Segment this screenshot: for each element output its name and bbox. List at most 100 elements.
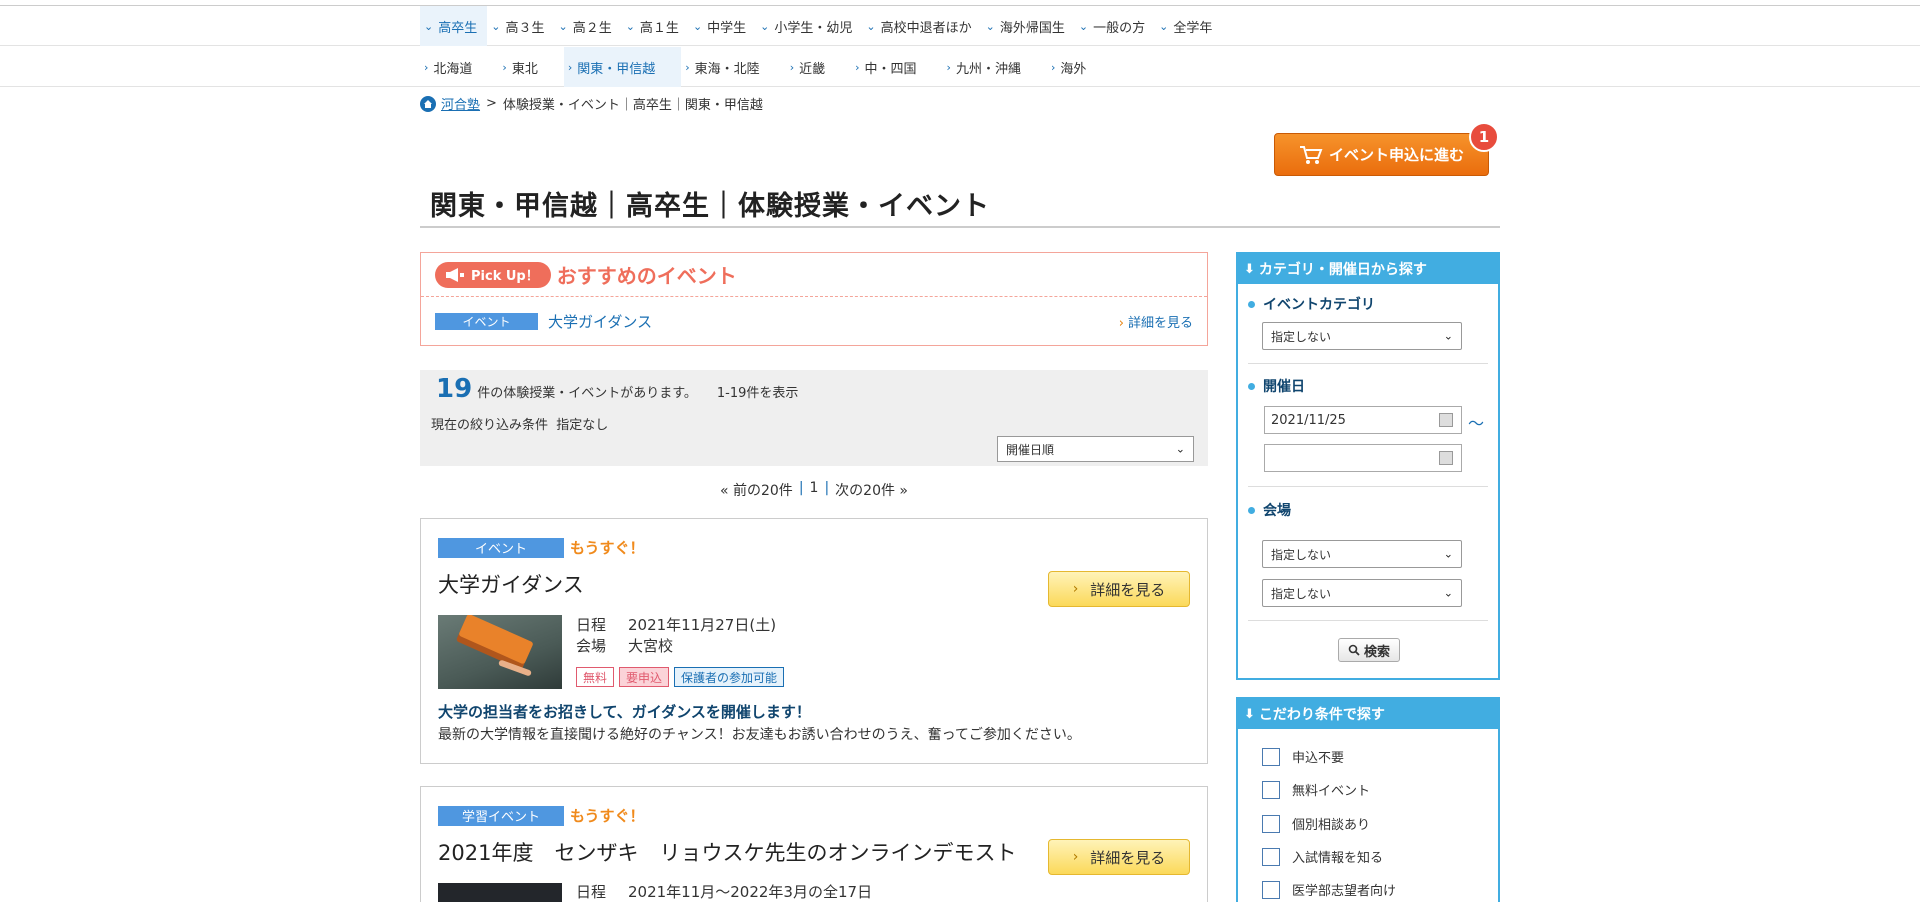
checkbox[interactable]	[1262, 847, 1280, 866]
checkbox[interactable]	[1262, 880, 1280, 899]
chevron-down-icon: ⌄	[1443, 586, 1453, 600]
event-date: 2021年11月27日(土)	[628, 616, 777, 634]
sidebar-filter-heading: こだわり条件で探す	[1258, 707, 1385, 723]
chevron-right-icon: ›	[685, 60, 690, 74]
event-detail-button[interactable]: 詳細を見る	[1048, 839, 1190, 875]
soon-label: もうすぐ！	[570, 539, 645, 557]
event-title[interactable]: 大学ガイダンス	[438, 569, 584, 599]
checkbox[interactable]	[1262, 814, 1280, 833]
event-detail-button[interactable]: 詳細を見る	[1048, 571, 1190, 607]
event-description: 最新の大学情報を直接聞ける絶好のチャンス！お友達もお誘い合わせのうえ、奮ってご参…	[438, 727, 1081, 743]
pager-separator: |	[824, 480, 830, 496]
chevron-right-icon: ›	[567, 60, 573, 74]
date-to-input[interactable]	[1264, 444, 1462, 472]
title-divider	[420, 226, 1500, 228]
event-thumbnail	[438, 615, 562, 689]
event-date: 2021年11月～2022年3月の全17日	[628, 883, 873, 901]
filter-no-application[interactable]: 申込不要	[1262, 747, 1344, 766]
grade-tab-all[interactable]: ⌄ 全学年	[1155, 6, 1222, 46]
region-nav: › 北海道 › 東北 › 関東・甲信越 › 東海・北陸 › 近畿 › 中・四国 › 九州・沖縄…	[0, 47, 1920, 87]
event-card: 学習イベント もうすぐ！ 2021年度 センザキ リョウスケ先生のオンラインデモ…	[420, 786, 1208, 902]
filter-exam-info[interactable]: 入試情報を知る	[1262, 847, 1383, 866]
search-icon	[1348, 644, 1360, 656]
soon-label: もうすぐ！	[570, 807, 645, 825]
category-tag: イベント	[435, 312, 538, 330]
pager-page-1[interactable]: 1	[810, 480, 819, 500]
megaphone-icon	[446, 267, 464, 282]
category-tag: イベント	[438, 537, 564, 558]
grade-tab-h3[interactable]: ⌄ 高３生	[487, 6, 554, 46]
grade-tab-general[interactable]: ⌄ 一般の方	[1075, 6, 1155, 46]
chevron-down-icon: ⌄	[491, 19, 501, 33]
sidebar-filter-panel: ⬇ こだわり条件で探す 申込不要 無料イベント 個別相談あり 入試情報を知る 医学…	[1236, 697, 1500, 902]
event-title[interactable]: 2021年度 センザキ リョウスケ先生のオンラインデモスト	[438, 837, 1016, 867]
event-thumbnail	[438, 883, 562, 902]
checkbox[interactable]	[1262, 747, 1280, 766]
chevron-right-icon: ›	[1050, 60, 1056, 74]
venue-select-1[interactable]: 指定しない ⌄	[1262, 540, 1462, 568]
grade-tab-dropout[interactable]: ⌄ 高校中退者ほか	[862, 6, 981, 46]
region-tab-kanto[interactable]: › 関東・甲信越	[563, 47, 682, 87]
filter-medical[interactable]: 医学部志望者向け	[1262, 880, 1396, 899]
divider	[1248, 620, 1488, 621]
grade-tab-elementary[interactable]: ⌄ 小学生・幼児	[756, 6, 862, 46]
chevron-right-icon: ›	[424, 60, 429, 74]
calendar-icon[interactable]	[1439, 413, 1453, 427]
arrow-down-icon: ⬇	[1244, 706, 1255, 722]
chevron-right-icon: ›	[855, 60, 860, 74]
chip-free: 無料	[576, 667, 615, 687]
grade-tab-graduate[interactable]: ⌄ 高卒生	[420, 6, 488, 46]
divider	[1248, 363, 1488, 364]
home-icon	[420, 95, 436, 112]
date-label: 開催日	[1248, 376, 1305, 396]
filter-consultation[interactable]: 個別相談あり	[1262, 814, 1370, 833]
filter-free-event[interactable]: 無料イベント	[1262, 780, 1370, 799]
result-count: 19	[436, 374, 473, 404]
checkbox[interactable]	[1262, 780, 1280, 799]
pickup-item-link[interactable]: 大学ガイダンス	[548, 311, 652, 332]
venue-select-2[interactable]: 指定しない ⌄	[1262, 579, 1462, 607]
result-range: 1-19件を表示	[716, 386, 799, 401]
venue-label: 会場	[1248, 500, 1291, 520]
region-tab-overseas[interactable]: › 海外	[1047, 47, 1112, 87]
pager-separator: |	[798, 480, 804, 496]
category-select[interactable]: 指定しない ⌄	[1262, 322, 1462, 350]
region-tab-tokai[interactable]: › 東海・北陸	[681, 47, 785, 87]
sort-select[interactable]: 開催日順 ⌄	[997, 436, 1194, 462]
grade-tab-h2[interactable]: ⌄ 高２生	[554, 6, 621, 46]
chevron-right-icon: ›	[502, 60, 507, 74]
region-tab-kinki[interactable]: › 近畿	[786, 47, 851, 87]
pickup-badge: Pick Up！	[435, 261, 551, 288]
breadcrumb: 河合塾 > 体験授業・イベント｜高卒生｜関東・甲信越	[420, 94, 763, 113]
breadcrumb-home-link[interactable]: 河合塾	[441, 94, 480, 113]
chevron-down-icon: ⌄	[985, 19, 995, 33]
sidebar-search-panel: ⬇ カテゴリ・開催日から探す イベントカテゴリ 指定しない ⌄ 開催日 2021/1…	[1236, 252, 1500, 680]
result-summary: 19 件の体験授業・イベントがあります。 1-19件を表示 現在の絞り込み条件 …	[420, 370, 1208, 466]
pager-prev[interactable]: « 前の20件	[720, 480, 793, 500]
region-tab-chushikoku[interactable]: › 中・四国	[851, 47, 942, 87]
event-info: 日程 2021年11月～2022年3月の全17日	[576, 883, 873, 901]
event-apply-cart-button[interactable]: イベント申込に進む	[1274, 133, 1489, 176]
grade-tab-junior-high[interactable]: ⌄ 中学生	[689, 6, 756, 46]
chevron-down-icon: ⌄	[424, 19, 434, 33]
pickup-detail-link[interactable]: 詳細を見る	[1119, 312, 1193, 331]
cart-icon	[1299, 145, 1323, 164]
date-from-input[interactable]: 2021/11/25	[1264, 406, 1462, 434]
calendar-icon[interactable]	[1439, 451, 1453, 465]
region-tab-tohoku[interactable]: › 東北	[498, 47, 563, 87]
chevron-right-icon: ›	[789, 60, 795, 74]
divider	[1248, 486, 1488, 487]
result-count-text: 件の体験授業・イベントがあります。	[477, 386, 697, 401]
event-card: イベント もうすぐ！ 大学ガイダンス 詳細を見る 日程2021年11月27日(土…	[420, 518, 1208, 764]
pagination: « 前の20件 | 1 | 次の20件 »	[0, 480, 1208, 500]
grade-tab-returnee[interactable]: ⌄ 海外帰国生	[982, 6, 1075, 46]
current-filter: 現在の絞り込み条件 指定なし	[431, 418, 609, 433]
search-button[interactable]: 検索	[1338, 638, 1400, 662]
chevron-right-icon: ›	[946, 60, 951, 74]
region-tab-hokkaido[interactable]: › 北海道	[420, 47, 498, 87]
pickup-panel: Pick Up！ おすすめのイベント イベント 大学ガイダンス 詳細を見る	[420, 252, 1208, 346]
region-tab-kyushu[interactable]: › 九州・沖縄	[943, 47, 1047, 87]
pager-next[interactable]: 次の20件 »	[835, 480, 908, 500]
grade-tab-h1[interactable]: ⌄ 高１生	[622, 6, 689, 46]
breadcrumb-separator: >	[486, 96, 497, 111]
